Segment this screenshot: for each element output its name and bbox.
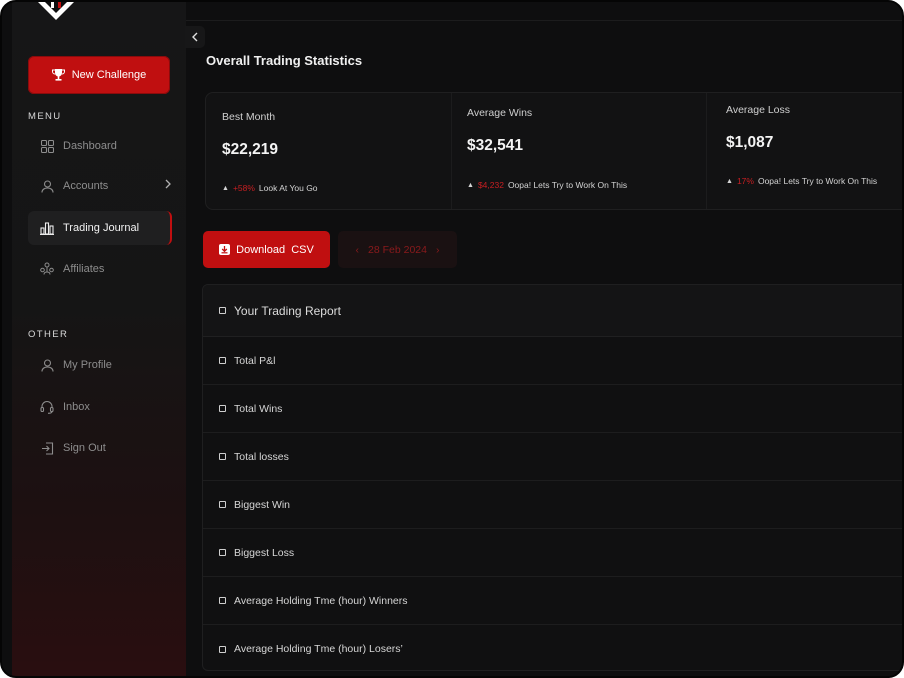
date-label: 28 Feb 2024	[368, 243, 427, 256]
report-header: Your Trading Report	[203, 285, 902, 337]
sidebar-item-accounts[interactable]: Accounts	[28, 169, 172, 203]
report-row[interactable]: Biggest Win	[203, 481, 902, 529]
trophy-icon	[51, 69, 65, 81]
trend-up-icon: ▲	[222, 184, 229, 192]
stat-best-month: Best Month $22,219 ▲ +58% Look At You Go	[206, 93, 451, 209]
sidebar-item-affiliates[interactable]: Affiliates	[28, 252, 172, 286]
report-row-label: Total Wins	[234, 402, 283, 415]
checkbox-icon[interactable]	[219, 597, 226, 604]
stat-change: +58%	[232, 183, 255, 193]
stat-label: Best Month	[222, 111, 276, 123]
report-row-label: Average Holding Tme (hour) Winners	[234, 594, 408, 607]
profile-icon	[40, 358, 54, 372]
report-row-label: Biggest Win	[234, 498, 291, 511]
sidebar: New Challenge MENU Dashboard Accounts Tr…	[12, 2, 186, 676]
download-icon	[219, 244, 231, 255]
other-section-title: OTHER	[28, 329, 69, 340]
stat-note: Oopa! Lets Try to Work On This	[507, 180, 628, 190]
sidebar-item-inbox[interactable]: Inbox	[28, 390, 172, 424]
stat-note: Oopa! Lets Try to Work On This	[757, 176, 878, 186]
chevron-left-icon[interactable]: ‹	[356, 244, 360, 256]
sidebar-item-label: My Profile	[63, 359, 112, 371]
new-challenge-label: New Challenge	[71, 69, 147, 81]
checkbox-icon[interactable]	[219, 453, 226, 460]
new-challenge-button[interactable]: New Challenge	[28, 56, 170, 94]
checkbox-icon[interactable]	[219, 405, 226, 412]
sidebar-item-my-profile[interactable]: My Profile	[28, 348, 172, 382]
checkbox-icon[interactable]	[219, 549, 226, 556]
sidebar-item-trading-journal[interactable]: Trading Journal	[28, 211, 172, 245]
trend-up-icon: ▲	[726, 177, 733, 185]
trend-up-icon: ▲	[467, 181, 474, 189]
stat-value: $22,219	[222, 141, 279, 158]
report-row-label: Total P&l	[234, 354, 276, 367]
download-csv-button[interactable]: Download CSV	[203, 231, 330, 268]
bar-chart-icon	[40, 221, 54, 235]
affiliates-icon	[40, 262, 54, 276]
sidebar-item-label: Accounts	[63, 180, 109, 192]
sidebar-item-label: Affiliates	[63, 263, 105, 275]
trading-report: Your Trading Report Total P&l Total Wins…	[202, 284, 902, 671]
checkbox-icon[interactable]	[219, 645, 226, 653]
stat-trend: ▲ 17% Oopa! Lets Try to Work On This	[726, 176, 877, 186]
dashboard-grid-icon	[40, 139, 54, 153]
stat-change: 17%	[736, 176, 754, 186]
report-title: Your Trading Report	[234, 303, 341, 318]
page-title: Overall Trading Statistics	[206, 53, 363, 68]
checkbox-icon[interactable]	[219, 307, 226, 314]
stat-note: Look At You Go	[258, 183, 318, 193]
sign-out-icon	[40, 441, 54, 455]
stat-average-loss: Average Loss $1,087 ▲ 17% Oopa! Lets Try…	[706, 93, 902, 209]
checkbox-icon[interactable]	[219, 357, 226, 364]
report-row-label: Average Holding Tme (hour) Losers’	[234, 643, 403, 655]
report-row[interactable]: Biggest Loss	[203, 529, 902, 577]
stat-trend: ▲ +58% Look At You Go	[222, 183, 318, 193]
sidebar-item-dashboard[interactable]: Dashboard	[28, 129, 172, 163]
stat-average-wins: Average Wins $32,541 ▲ $4,232 Oopa! Lets…	[451, 93, 706, 209]
checkbox-icon[interactable]	[219, 501, 226, 508]
stat-label: Average Wins	[467, 107, 533, 119]
report-row-label: Total losses	[234, 450, 289, 463]
report-row[interactable]: Total Wins	[203, 385, 902, 433]
sidebar-item-label: Sign Out	[63, 442, 106, 454]
report-row[interactable]: Total losses	[203, 433, 902, 481]
app-window: New Challenge MENU Dashboard Accounts Tr…	[0, 0, 904, 678]
stat-trend: ▲ $4,232 Oopa! Lets Try to Work On This	[467, 180, 627, 190]
report-row[interactable]: Average Holding Tme (hour) Losers’	[203, 625, 902, 670]
report-row[interactable]: Total P&l	[203, 337, 902, 385]
stat-label: Average Loss	[726, 104, 791, 116]
chevron-right-icon[interactable]: ›	[436, 244, 440, 256]
brand-logo	[38, 2, 74, 20]
sidebar-item-label: Dashboard	[63, 140, 117, 152]
report-row-label: Biggest Loss	[234, 546, 295, 559]
stat-value: $32,541	[467, 137, 524, 154]
sidebar-item-label: Inbox	[63, 401, 90, 413]
chevron-left-icon	[192, 32, 198, 42]
stat-value: $1,087	[726, 134, 774, 151]
download-csv-label: Download CSV	[236, 243, 314, 256]
sidebar-item-sign-out[interactable]: Sign Out	[28, 431, 172, 465]
stat-change: $4,232	[477, 180, 504, 190]
sidebar-item-label: Trading Journal	[63, 222, 140, 234]
menu-section-title: MENU	[28, 111, 62, 122]
report-row[interactable]: Average Holding Tme (hour) Winners	[203, 577, 902, 625]
header-divider	[186, 20, 902, 21]
headset-icon	[40, 400, 54, 414]
user-icon	[40, 179, 54, 193]
collapse-sidebar-button[interactable]	[185, 26, 205, 48]
stats-card: Best Month $22,219 ▲ +58% Look At You Go…	[205, 92, 902, 210]
date-selector[interactable]: ‹ 28 Feb 2024 ›	[338, 231, 457, 268]
chevron-right-icon[interactable]	[164, 179, 172, 192]
